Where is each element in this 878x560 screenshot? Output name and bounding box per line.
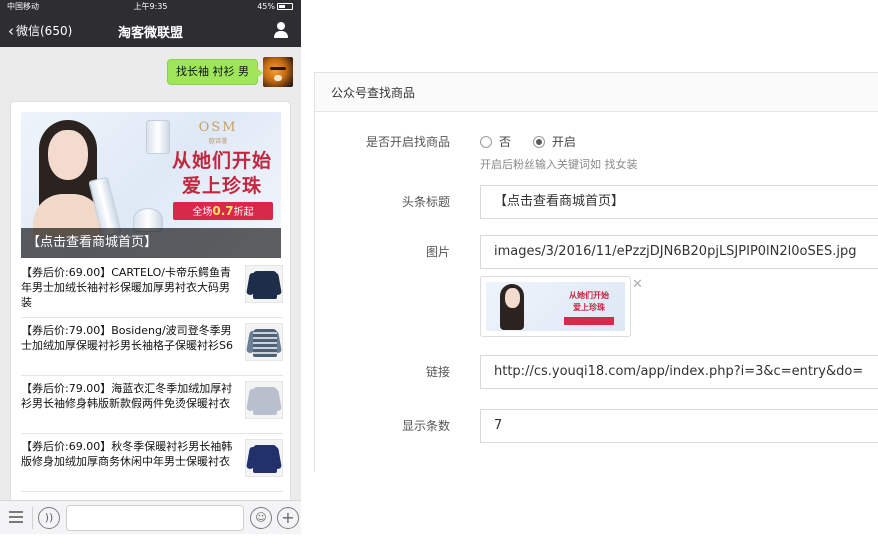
battery-percent: 45% [257,2,275,11]
banner-headline: 从她们开始 [171,150,272,172]
item-thumbnail [245,323,283,361]
headline-label: 头条标题 [401,195,450,209]
battery-indicator: 45% [257,0,293,14]
radio-checked-icon[interactable] [532,136,545,148]
radio-option-off[interactable]: 否 [480,133,511,150]
enable-search-radio-group: 否 开启 [480,133,594,150]
brand-sub: 欧诗漫 [208,138,227,145]
sent-message-bubble[interactable]: 找长袖 衬衫 男 [167,59,263,85]
emoji-icon[interactable]: ☺ [250,507,272,529]
list-item[interactable]: 【券后价:69.00】CARTELO/卡帝乐鳄鱼青年男士加绒长袖衬衫保暖加厚男衬… [21,260,283,316]
divider [21,491,283,492]
image-path-field[interactable]: images/3/2016/11/ePzzjDJN6B20pjLSJPIP0lN… [480,235,878,269]
image-label: 图片 [425,245,450,259]
image-preview[interactable]: 从她们开始 爱上珍珠 [480,276,631,337]
remove-image-icon[interactable]: ✕ [632,278,643,291]
chat-input-toolbar: )) ☺ + [0,500,301,534]
status-bar: 中国移动 上午9:35 45% [0,0,301,14]
wechat-phone-screen: 中国移动 上午9:35 45% ‹微信(650) 淘客微联盟 找长袖 衬衫 男 [0,0,301,534]
list-item[interactable]: 【券后价:79.00】Bosideng/波司登冬季男士加绒加厚保暖衬衫男长袖格子… [21,318,283,374]
menu-icon[interactable] [9,511,23,523]
panel-header: 公众号查找商品 [315,73,878,112]
radio-option-on[interactable]: 开启 [532,133,576,150]
banner-model-image [33,120,103,238]
news-banner[interactable]: OSM 欧诗漫 从她们开始 爱上珍珠 全场0.7折起 【点击查看商城首页】 [21,112,281,258]
clock-label: 上午9:35 [133,2,168,11]
link-label: 链接 [425,365,450,379]
preview-thumbnail: 从她们开始 爱上珍珠 [486,282,625,331]
item-title: 【券后价:79.00】海蓝衣汇冬季加绒加厚衬衫男长袖修身韩版新款假两件免烫保暖衬… [21,382,233,410]
radio-icon[interactable] [480,136,492,148]
user-profile-icon[interactable] [273,22,289,38]
news-card[interactable]: OSM 欧诗漫 从她们开始 爱上珍珠 全场0.7折起 【点击查看商城首页】 【券… [10,101,291,511]
divider [32,507,33,529]
help-text: 开启后粉丝输入关键词如 找女装 [480,158,638,171]
count-label: 显示条数 [401,419,450,433]
battery-icon [277,3,293,10]
item-title: 【券后价:69.00】秋冬季保暖衬衫男长袖韩版修身加绒加厚商务休闲中年男士保暖衬… [21,440,233,468]
chat-area[interactable]: 找长袖 衬衫 男 OSM 欧诗漫 从她们开始 爱上珍珠 全场0.7折起 【点击查… [0,47,301,511]
enable-search-label: 是否开启找商品 [365,135,450,149]
brand-logo: OSM [198,120,238,135]
chat-navbar: ‹ 微信(650) 淘客微联盟 [0,14,301,47]
settings-panel: 公众号查找商品 是否开启找商品 否 开启 开启后粉丝输入关键词如 找女装 头条标… [314,72,878,472]
count-field[interactable]: 7 [480,409,878,443]
message-input[interactable] [66,505,244,531]
banner-headline: 爱上珍珠 [181,175,262,197]
plus-icon[interactable]: + [277,507,299,529]
list-item[interactable]: 【券后价:69.00】秋冬季保暖衬衫男长袖韩版修身加绒加厚商务休闲中年男士保暖衬… [21,434,283,490]
banner-caption: 【点击查看商城首页】 [27,235,158,250]
list-item[interactable]: 【券后价:79.00】海蓝衣汇冬季加绒加厚衬衫男长袖修身韩版新款假两件免烫保暖衬… [21,376,283,432]
item-thumbnail [245,381,283,419]
panel-title: 公众号查找商品 [331,86,416,100]
avatar[interactable] [263,57,293,87]
promo-badge: 全场0.7折起 [173,202,273,220]
headline-field[interactable]: 【点击查看商城首页】 [480,185,878,219]
item-title: 【券后价:69.00】CARTELO/卡帝乐鳄鱼青年男士加绒长袖衬衫保暖加厚男衬… [21,266,232,309]
item-thumbnail [245,439,283,477]
link-field[interactable]: http://cs.youqi18.com/app/index.php?i=3&… [480,355,878,389]
voice-icon[interactable]: )) [38,507,60,529]
item-title: 【券后价:79.00】Bosideng/波司登冬季男士加绒加厚保暖衬衫男长袖格子… [21,324,233,352]
chat-title: 淘客微联盟 [117,26,183,41]
item-thumbnail [245,265,283,303]
